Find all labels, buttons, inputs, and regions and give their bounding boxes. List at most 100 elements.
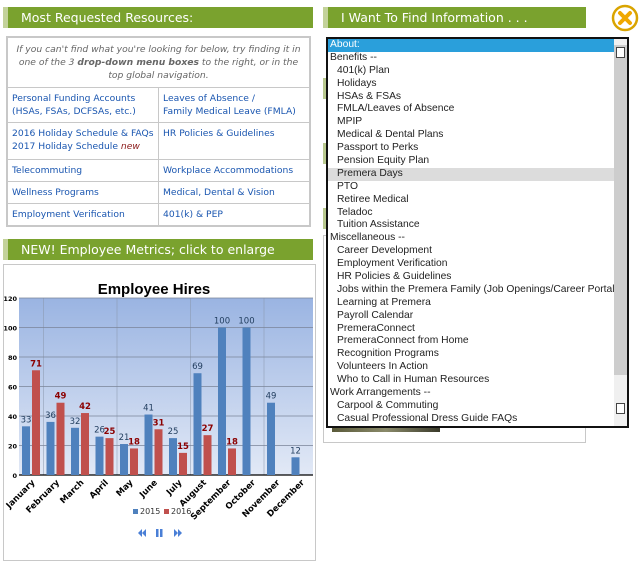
data-label: 27 xyxy=(202,424,214,434)
table-row: 2016 Holiday Schedule & FAQs 2017 Holiday… xyxy=(7,122,310,160)
data-label: 42 xyxy=(79,402,91,412)
listbox-option[interactable]: Premera Days xyxy=(328,167,614,181)
rewind-icon[interactable] xyxy=(138,529,146,537)
listbox-option[interactable]: Jobs within the Premera Family (Job Open… xyxy=(328,284,618,297)
pause-icon[interactable] xyxy=(156,529,163,537)
find-info-header: I Want To Find Information . . . xyxy=(323,7,586,28)
bar-2016-March[interactable] xyxy=(81,413,89,475)
listbox-option[interactable]: Teladoc xyxy=(328,207,614,220)
data-label: 18 xyxy=(128,437,140,447)
bar-2016-September[interactable] xyxy=(228,448,236,475)
listbox-option[interactable]: Passport to Perks xyxy=(328,142,614,155)
listbox-option[interactable]: PremeraConnect from Home xyxy=(328,335,614,348)
listbox-option[interactable]: Volunteers In Action xyxy=(328,361,614,374)
x-tick-label: July xyxy=(164,478,185,499)
resource-link[interactable]: Personal Funding Accounts xyxy=(12,92,154,105)
resource-link[interactable]: Wellness Programs xyxy=(12,186,154,199)
employee-hires-chart: Employee Hires0204060801001203371January… xyxy=(4,281,313,537)
listbox-option[interactable]: 401(k) Plan xyxy=(328,65,614,78)
bar-2016-January[interactable] xyxy=(32,370,40,475)
option-group-label[interactable]: Work Arrangements -- xyxy=(328,387,614,400)
resource-link[interactable]: Telecommuting xyxy=(12,164,154,177)
bar-2015-February[interactable] xyxy=(46,421,55,475)
option-group-label[interactable]: Miscellaneous -- xyxy=(328,232,614,245)
resource-link[interactable]: 401(k) & PEP xyxy=(163,208,305,221)
listbox-option[interactable]: Learning at Premera xyxy=(328,297,614,310)
bar-2016-April[interactable] xyxy=(105,438,114,475)
bar-2015-June[interactable] xyxy=(144,414,153,475)
listbox-option[interactable]: Employment Verification xyxy=(328,258,614,271)
bar-2015-March[interactable] xyxy=(71,427,79,475)
resource-link[interactable]: HR Policies & Guidelines xyxy=(163,127,305,140)
resource-link[interactable]: 2017 Holiday Schedule new xyxy=(12,140,154,153)
bar-2015-July[interactable] xyxy=(169,438,177,475)
fast-forward-icon[interactable] xyxy=(174,529,182,537)
listbox-option[interactable]: Tuition Assistance xyxy=(328,219,614,232)
data-label: 100 xyxy=(214,317,230,327)
resource-link[interactable]: Family Medical Leave (FMLA) xyxy=(163,105,305,118)
resource-link[interactable]: Leaves of Absence / xyxy=(163,92,305,105)
listbox-option[interactable]: Carpool & Commuting xyxy=(328,400,614,413)
listbox-option[interactable]: Casual Professional Dress Guide FAQs xyxy=(328,413,614,426)
resource-link[interactable]: Workplace Accommodations xyxy=(163,164,305,177)
bar-2015-September[interactable] xyxy=(218,327,226,476)
y-tick-label: 80 xyxy=(8,354,18,362)
bar-2015-January[interactable] xyxy=(22,426,30,475)
resources-table: If you can't find what you're looking fo… xyxy=(7,37,310,226)
listbox-option[interactable]: Payroll Calendar xyxy=(328,310,614,323)
listbox-option[interactable]: Holidays xyxy=(328,78,614,91)
scroll-down-icon[interactable] xyxy=(616,403,625,414)
resource-link[interactable]: (HSAs, FSAs, DCFSAs, etc.) xyxy=(12,105,154,118)
data-label: 18 xyxy=(226,437,238,447)
listbox-option[interactable]: MPIP xyxy=(328,116,614,129)
x-tick-label: June xyxy=(137,478,160,501)
x-tick-label: May xyxy=(115,478,136,499)
listbox-option[interactable]: FMLA/Leaves of Absence xyxy=(328,103,614,116)
listbox-option[interactable]: PremeraConnect xyxy=(328,323,614,336)
listbox-option[interactable]: Recognition Programs xyxy=(328,348,614,361)
chart-title: Employee Hires xyxy=(98,281,211,298)
metrics-header[interactable]: NEW! Employee Metrics; click to enlarge xyxy=(3,239,313,260)
resource-link[interactable]: Employment Verification xyxy=(12,208,154,221)
data-label: 36 xyxy=(45,411,56,421)
data-label: 41 xyxy=(143,404,154,414)
resource-link[interactable]: Medical, Dental & Vision xyxy=(163,186,305,199)
listbox-option[interactable]: PTO xyxy=(328,181,614,194)
listbox-option[interactable]: HR Policies & Guidelines xyxy=(328,271,614,284)
bar-2016-August[interactable] xyxy=(203,435,212,475)
data-label: 71 xyxy=(30,359,42,369)
y-tick-label: 60 xyxy=(8,384,18,392)
listbox-option[interactable]: Pension Equity Plan xyxy=(328,155,614,168)
bar-2016-May[interactable] xyxy=(130,448,138,475)
bar-2016-July[interactable] xyxy=(179,452,187,475)
option-group-label[interactable]: About: xyxy=(328,39,614,52)
scrollbar-thumb[interactable] xyxy=(614,45,627,375)
option-group-label[interactable]: Benefits -- xyxy=(328,52,614,65)
new-tag: new xyxy=(120,141,140,152)
bar-2015-October[interactable] xyxy=(242,327,251,476)
listbox-option[interactable]: Who to Call in Human Resources xyxy=(328,374,614,387)
bar-2016-February[interactable] xyxy=(56,402,65,475)
listbox-scrollbar[interactable] xyxy=(614,39,627,426)
bar-2016-June[interactable] xyxy=(154,429,163,475)
resource-link[interactable]: 2016 Holiday Schedule & FAQs xyxy=(12,127,154,140)
legend-swatch xyxy=(164,509,169,514)
scroll-up-icon[interactable] xyxy=(616,47,625,58)
bar-2015-November[interactable] xyxy=(267,402,275,475)
chart-box[interactable]: Employee Hires 0 20 40 60 80 100 120 33 71 January… xyxy=(3,264,316,561)
data-label: 32 xyxy=(70,417,81,427)
listbox-option[interactable]: Medical & Dental Plans xyxy=(328,129,614,142)
close-x-circle-icon[interactable] xyxy=(611,4,639,32)
data-label: 25 xyxy=(168,427,179,437)
bar-2015-August[interactable] xyxy=(193,373,202,475)
bar-2015-December[interactable] xyxy=(291,457,300,475)
table-row: Employment Verification 401(k) & PEP xyxy=(7,203,310,226)
listbox-option[interactable]: Retiree Medical xyxy=(328,194,614,207)
data-label: 49 xyxy=(266,392,277,402)
y-tick-label: 20 xyxy=(8,443,18,451)
bar-2015-April[interactable] xyxy=(95,436,104,475)
bar-2015-May[interactable] xyxy=(120,444,128,475)
listbox-option[interactable]: Career Development xyxy=(328,245,614,258)
listbox-option[interactable]: HSAs & FSAs xyxy=(328,91,614,104)
find-info-listbox[interactable]: About: Benefits -- 401(k) Plan Holidays HSAs… xyxy=(326,37,629,428)
